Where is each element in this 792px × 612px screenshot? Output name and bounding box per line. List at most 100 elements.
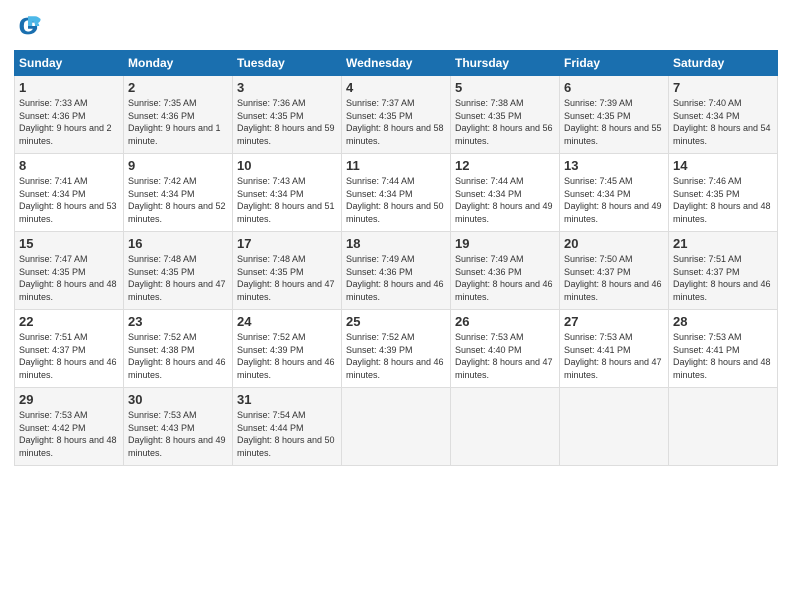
calendar-cell: 15 Sunrise: 7:47 AMSunset: 4:35 PMDayligh…	[15, 232, 124, 310]
header-day: Friday	[560, 51, 669, 76]
logo-icon	[14, 12, 42, 40]
day-number: 28	[673, 314, 773, 329]
calendar-cell: 5 Sunrise: 7:38 AMSunset: 4:35 PMDaylight…	[451, 76, 560, 154]
day-info: Sunrise: 7:53 AMSunset: 4:40 PMDaylight:…	[455, 331, 555, 381]
day-info: Sunrise: 7:43 AMSunset: 4:34 PMDaylight:…	[237, 175, 337, 225]
day-info: Sunrise: 7:46 AMSunset: 4:35 PMDaylight:…	[673, 175, 773, 225]
calendar-cell: 24Sunrise: 7:52 AMSunset: 4:39 PMDayligh…	[233, 310, 342, 388]
day-info: Sunrise: 7:35 AMSunset: 4:36 PMDaylight:…	[128, 97, 228, 147]
calendar-table: SundayMondayTuesdayWednesdayThursdayFrid…	[14, 50, 778, 466]
calendar-cell: 16 Sunrise: 7:48 AMSunset: 4:35 PMDayligh…	[124, 232, 233, 310]
header-day: Tuesday	[233, 51, 342, 76]
day-info: Sunrise: 7:45 AMSunset: 4:34 PMDaylight:…	[564, 175, 664, 225]
day-info: Sunrise: 7:37 AMSunset: 4:35 PMDaylight:…	[346, 97, 446, 147]
day-info: Sunrise: 7:41 AMSunset: 4:34 PMDaylight:…	[19, 175, 119, 225]
day-info: Sunrise: 7:33 AMSunset: 4:36 PMDaylight:…	[19, 97, 119, 147]
header	[14, 12, 778, 40]
day-number: 7	[673, 80, 773, 95]
day-number: 6	[564, 80, 664, 95]
calendar-cell: 21 Sunrise: 7:51 AMSunset: 4:37 PMDayligh…	[669, 232, 778, 310]
day-number: 23	[128, 314, 228, 329]
header-day: Sunday	[15, 51, 124, 76]
day-info: Sunrise: 7:40 AMSunset: 4:34 PMDaylight:…	[673, 97, 773, 147]
calendar-week-row: 15 Sunrise: 7:47 AMSunset: 4:35 PMDayligh…	[15, 232, 778, 310]
day-info: Sunrise: 7:42 AMSunset: 4:34 PMDaylight:…	[128, 175, 228, 225]
calendar-cell: 26 Sunrise: 7:53 AMSunset: 4:40 PMDayligh…	[451, 310, 560, 388]
day-info: Sunrise: 7:44 AMSunset: 4:34 PMDaylight:…	[346, 175, 446, 225]
calendar-week-row: 1 Sunrise: 7:33 AMSunset: 4:36 PMDaylight…	[15, 76, 778, 154]
day-info: Sunrise: 7:49 AMSunset: 4:36 PMDaylight:…	[455, 253, 555, 303]
header-day: Wednesday	[342, 51, 451, 76]
day-info: Sunrise: 7:53 AMSunset: 4:41 PMDaylight:…	[673, 331, 773, 381]
header-day: Monday	[124, 51, 233, 76]
day-number: 21	[673, 236, 773, 251]
calendar-cell	[451, 388, 560, 466]
day-info: Sunrise: 7:39 AMSunset: 4:35 PMDaylight:…	[564, 97, 664, 147]
day-number: 17	[237, 236, 337, 251]
day-info: Sunrise: 7:44 AMSunset: 4:34 PMDaylight:…	[455, 175, 555, 225]
day-number: 4	[346, 80, 446, 95]
calendar-cell: 1 Sunrise: 7:33 AMSunset: 4:36 PMDaylight…	[15, 76, 124, 154]
day-info: Sunrise: 7:51 AMSunset: 4:37 PMDaylight:…	[673, 253, 773, 303]
day-info: Sunrise: 7:38 AMSunset: 4:35 PMDaylight:…	[455, 97, 555, 147]
day-info: Sunrise: 7:53 AMSunset: 4:42 PMDaylight:…	[19, 409, 119, 459]
calendar-cell: 9 Sunrise: 7:42 AMSunset: 4:34 PMDaylight…	[124, 154, 233, 232]
day-info: Sunrise: 7:52 AMSunset: 4:39 PMDaylight:…	[237, 331, 337, 381]
calendar-cell: 2 Sunrise: 7:35 AMSunset: 4:36 PMDaylight…	[124, 76, 233, 154]
calendar-cell	[669, 388, 778, 466]
day-number: 3	[237, 80, 337, 95]
day-info: Sunrise: 7:53 AMSunset: 4:41 PMDaylight:…	[564, 331, 664, 381]
calendar-cell: 27Sunrise: 7:53 AMSunset: 4:41 PMDayligh…	[560, 310, 669, 388]
day-info: Sunrise: 7:54 AMSunset: 4:44 PMDaylight:…	[237, 409, 337, 459]
day-info: Sunrise: 7:48 AMSunset: 4:35 PMDaylight:…	[128, 253, 228, 303]
calendar-cell: 8 Sunrise: 7:41 AMSunset: 4:34 PMDaylight…	[15, 154, 124, 232]
calendar-cell	[342, 388, 451, 466]
logo	[14, 12, 46, 40]
calendar-cell: 17 Sunrise: 7:48 AMSunset: 4:35 PMDayligh…	[233, 232, 342, 310]
day-number: 20	[564, 236, 664, 251]
calendar-cell: 28 Sunrise: 7:53 AMSunset: 4:41 PMDayligh…	[669, 310, 778, 388]
day-info: Sunrise: 7:50 AMSunset: 4:37 PMDaylight:…	[564, 253, 664, 303]
day-number: 2	[128, 80, 228, 95]
calendar-cell: 11Sunrise: 7:44 AMSunset: 4:34 PMDayligh…	[342, 154, 451, 232]
day-number: 30	[128, 392, 228, 407]
day-number: 10	[237, 158, 337, 173]
day-number: 25	[346, 314, 446, 329]
calendar-week-row: 29Sunrise: 7:53 AMSunset: 4:42 PMDayligh…	[15, 388, 778, 466]
day-number: 9	[128, 158, 228, 173]
calendar-cell: 12 Sunrise: 7:44 AMSunset: 4:34 PMDayligh…	[451, 154, 560, 232]
calendar-cell: 6 Sunrise: 7:39 AMSunset: 4:35 PMDaylight…	[560, 76, 669, 154]
day-info: Sunrise: 7:48 AMSunset: 4:35 PMDaylight:…	[237, 253, 337, 303]
day-info: Sunrise: 7:52 AMSunset: 4:38 PMDaylight:…	[128, 331, 228, 381]
calendar-cell: 3Sunrise: 7:36 AMSunset: 4:35 PMDaylight…	[233, 76, 342, 154]
header-day: Saturday	[669, 51, 778, 76]
day-number: 5	[455, 80, 555, 95]
day-info: Sunrise: 7:51 AMSunset: 4:37 PMDaylight:…	[19, 331, 119, 381]
day-number: 16	[128, 236, 228, 251]
day-number: 15	[19, 236, 119, 251]
day-info: Sunrise: 7:49 AMSunset: 4:36 PMDaylight:…	[346, 253, 446, 303]
day-number: 12	[455, 158, 555, 173]
calendar-cell: 22 Sunrise: 7:51 AMSunset: 4:37 PMDayligh…	[15, 310, 124, 388]
day-number: 31	[237, 392, 337, 407]
day-number: 22	[19, 314, 119, 329]
calendar-cell: 20 Sunrise: 7:50 AMSunset: 4:37 PMDayligh…	[560, 232, 669, 310]
day-number: 1	[19, 80, 119, 95]
calendar-cell: 18 Sunrise: 7:49 AMSunset: 4:36 PMDayligh…	[342, 232, 451, 310]
day-number: 18	[346, 236, 446, 251]
day-number: 14	[673, 158, 773, 173]
day-number: 8	[19, 158, 119, 173]
header-row: SundayMondayTuesdayWednesdayThursdayFrid…	[15, 51, 778, 76]
calendar-cell: 13Sunrise: 7:45 AMSunset: 4:34 PMDayligh…	[560, 154, 669, 232]
day-info: Sunrise: 7:47 AMSunset: 4:35 PMDaylight:…	[19, 253, 119, 303]
calendar-cell: 19 Sunrise: 7:49 AMSunset: 4:36 PMDayligh…	[451, 232, 560, 310]
calendar-week-row: 22 Sunrise: 7:51 AMSunset: 4:37 PMDayligh…	[15, 310, 778, 388]
day-number: 26	[455, 314, 555, 329]
calendar-cell	[560, 388, 669, 466]
calendar-cell: 14 Sunrise: 7:46 AMSunset: 4:35 PMDayligh…	[669, 154, 778, 232]
page-container: SundayMondayTuesdayWednesdayThursdayFrid…	[0, 0, 792, 474]
header-day: Thursday	[451, 51, 560, 76]
calendar-cell: 31 Sunrise: 7:54 AMSunset: 4:44 PMDayligh…	[233, 388, 342, 466]
day-number: 19	[455, 236, 555, 251]
day-info: Sunrise: 7:53 AMSunset: 4:43 PMDaylight:…	[128, 409, 228, 459]
